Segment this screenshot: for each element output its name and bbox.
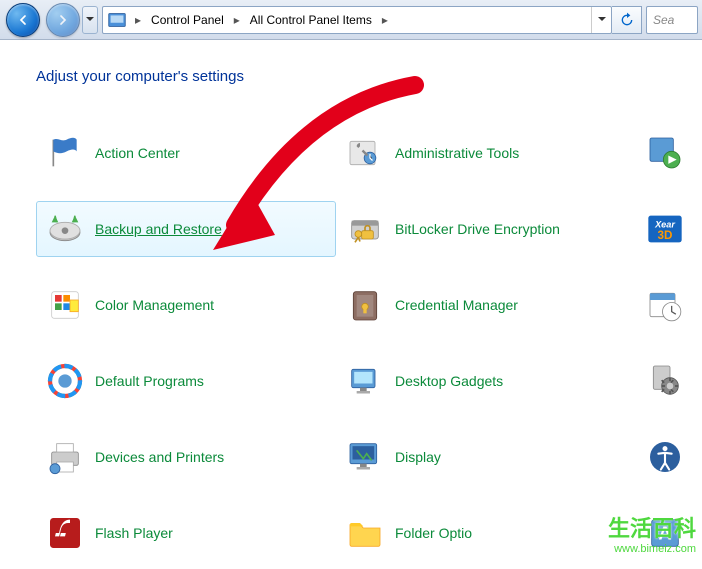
item-administrative-tools[interactable]: Administrative Tools xyxy=(336,125,636,181)
device-manager-icon xyxy=(645,361,685,401)
search-input[interactable]: Sea xyxy=(646,6,698,34)
printer-icon xyxy=(45,437,85,477)
svg-text:3D: 3D xyxy=(658,229,673,242)
navigation-bar: ▸ Control Panel ▸ All Control Panel Item… xyxy=(0,0,702,40)
history-dropdown[interactable] xyxy=(82,6,98,34)
forward-button[interactable] xyxy=(46,3,80,37)
chevron-right-icon: ▸ xyxy=(378,13,392,27)
folder-icon xyxy=(345,513,385,553)
item-datetime[interactable] xyxy=(636,277,702,333)
item-bitlocker[interactable]: BitLocker Drive Encryption xyxy=(336,201,636,257)
item-label: Default Programs xyxy=(95,373,204,389)
color-mgmt-icon xyxy=(45,285,85,325)
bitlocker-icon xyxy=(345,209,385,249)
item-label: Action Center xyxy=(95,145,180,161)
item-credential-manager[interactable]: Credential Manager xyxy=(336,277,636,333)
watermark: 生活百科 www.bimeiz.com xyxy=(608,511,696,555)
item-devices-printers[interactable]: Devices and Printers xyxy=(36,429,336,485)
gadgets-icon xyxy=(345,361,385,401)
item-xear3d[interactable]: Xear3D xyxy=(636,201,702,257)
item-flash-player[interactable]: Flash Player xyxy=(36,505,336,561)
breadcrumb-all-items[interactable]: All Control Panel Items xyxy=(244,7,378,33)
admin-tools-icon xyxy=(345,133,385,173)
item-label: Display xyxy=(395,449,441,465)
back-button[interactable] xyxy=(6,3,40,37)
search-placeholder: Sea xyxy=(653,13,674,27)
default-programs-icon xyxy=(45,361,85,401)
item-default-programs[interactable]: Default Programs xyxy=(36,353,336,409)
item-color-management[interactable]: Color Management xyxy=(36,277,336,333)
svg-text:Xear: Xear xyxy=(654,219,675,229)
item-label: BitLocker Drive Encryption xyxy=(395,221,560,237)
control-panel-icon xyxy=(106,9,128,31)
item-display[interactable]: Display xyxy=(336,429,636,485)
item-label: Backup and Restore xyxy=(95,221,222,237)
item-backup-restore[interactable]: Backup and Restore xyxy=(36,201,336,257)
item-label: Devices and Printers xyxy=(95,449,224,465)
item-label: Color Management xyxy=(95,297,214,313)
watermark-url: www.bimeiz.com xyxy=(608,543,696,555)
backup-icon xyxy=(45,209,85,249)
chevron-right-icon: ▸ xyxy=(230,13,244,27)
xear3d-icon: Xear3D xyxy=(645,209,685,249)
watermark-text: 生活百科 xyxy=(608,511,696,543)
refresh-button[interactable] xyxy=(612,6,642,34)
item-label: Desktop Gadgets xyxy=(395,373,503,389)
ease-access-icon xyxy=(645,437,685,477)
content-area: Adjust your computer's settings Action C… xyxy=(0,40,702,569)
breadcrumb-control-panel[interactable]: Control Panel xyxy=(145,7,230,33)
item-label: Flash Player xyxy=(95,525,173,541)
item-ease-of-access[interactable] xyxy=(636,429,702,485)
item-device-manager[interactable] xyxy=(636,353,702,409)
item-label: Folder Optio xyxy=(395,525,472,541)
autoplay-icon xyxy=(645,133,685,173)
display-icon xyxy=(345,437,385,477)
page-heading: Adjust your computer's settings xyxy=(36,68,694,85)
address-dropdown[interactable] xyxy=(591,7,611,33)
item-label: Credential Manager xyxy=(395,297,518,313)
item-action-center[interactable]: Action Center xyxy=(36,125,336,181)
datetime-icon xyxy=(645,285,685,325)
chevron-right-icon: ▸ xyxy=(131,13,145,27)
item-label: Administrative Tools xyxy=(395,145,519,161)
item-desktop-gadgets[interactable]: Desktop Gadgets xyxy=(336,353,636,409)
flash-icon xyxy=(45,513,85,553)
flag-icon xyxy=(45,133,85,173)
items-grid: Action Center Administrative Tools Backu… xyxy=(36,125,694,561)
address-bar[interactable]: ▸ Control Panel ▸ All Control Panel Item… xyxy=(102,6,612,34)
item-autoplay[interactable] xyxy=(636,125,702,181)
item-folder-options[interactable]: Folder Optio xyxy=(336,505,636,561)
credential-icon xyxy=(345,285,385,325)
